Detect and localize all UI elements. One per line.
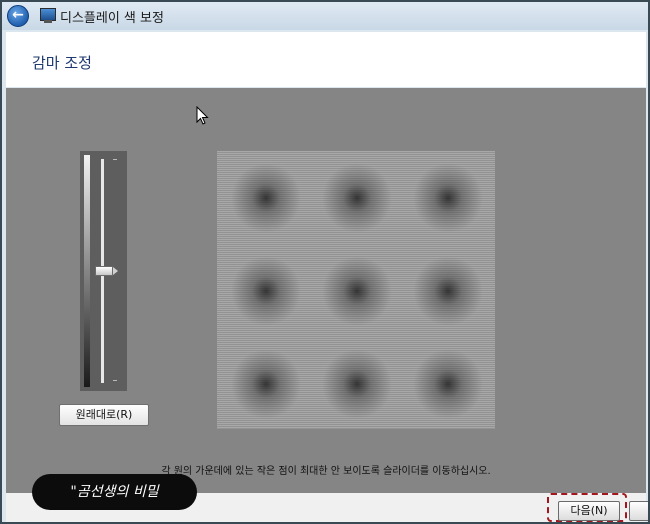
- gamma-circle: [221, 339, 311, 429]
- slider-tick-top: [113, 159, 117, 160]
- color-calibration-window: ← 디스플레이 색 보정 감마 조정 원래대로(R) 각 원의 가운데에 있는 …: [0, 0, 650, 524]
- gamma-test-pattern: [217, 151, 495, 429]
- brightness-gradient: [84, 155, 90, 387]
- gamma-circle: [403, 153, 493, 243]
- display-icon: [40, 8, 56, 23]
- cancel-button[interactable]: [629, 501, 648, 521]
- reset-button[interactable]: 원래대로(R): [59, 404, 149, 426]
- gamma-content-area: 원래대로(R) 각 원의 가운데에 있는 작은 점이 최대한 안 보이도록 슬라…: [6, 88, 646, 493]
- title-bar: ← 디스플레이 색 보정: [2, 2, 648, 30]
- gamma-slider-thumb[interactable]: [95, 266, 118, 276]
- mouse-pointer-icon: [196, 106, 209, 125]
- gamma-circle: [312, 153, 402, 243]
- window-title: 디스플레이 색 보정: [60, 11, 164, 26]
- gamma-circle: [312, 339, 402, 429]
- gamma-circle: [403, 339, 493, 429]
- next-button[interactable]: 다음(N): [558, 501, 620, 521]
- page-title: 감마 조정: [32, 54, 92, 72]
- gamma-circle: [221, 246, 311, 336]
- gamma-circle: [221, 153, 311, 243]
- watermark-logo: "곰선생의 비밀: [32, 474, 197, 510]
- gamma-slider-panel: [80, 151, 127, 391]
- gamma-circle: [312, 246, 402, 336]
- back-arrow-icon[interactable]: ←: [7, 5, 29, 27]
- gamma-circle: [403, 246, 493, 336]
- page-header: 감마 조정: [6, 32, 646, 87]
- slider-tick-bottom: [113, 380, 117, 381]
